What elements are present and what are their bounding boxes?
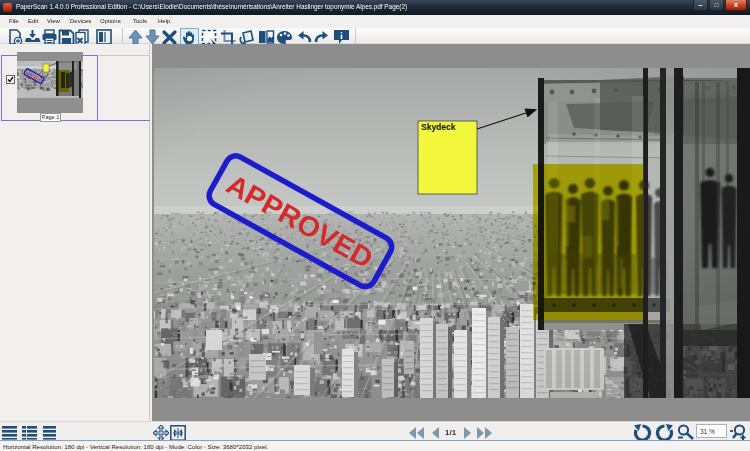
svg-text:Skydeck: Skydeck <box>421 122 456 132</box>
